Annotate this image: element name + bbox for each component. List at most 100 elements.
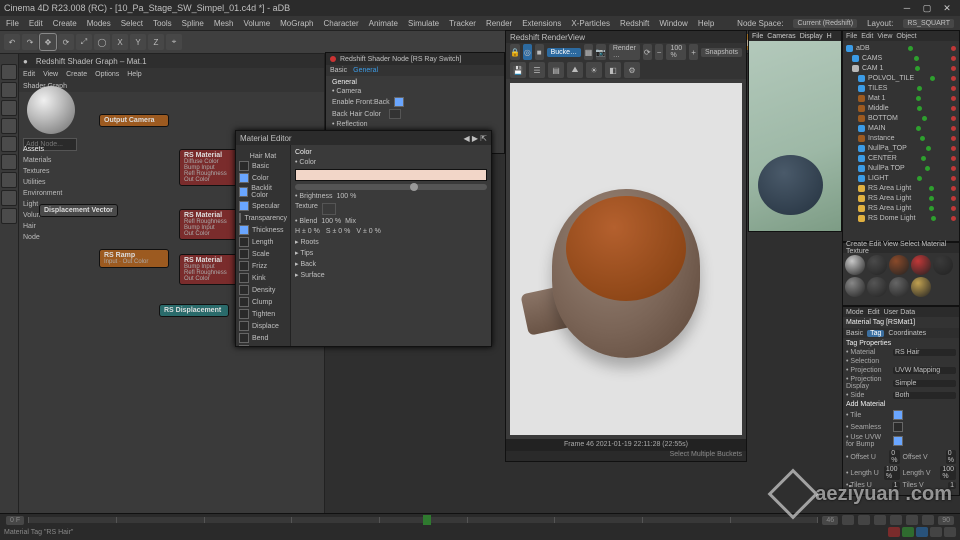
menu-modes[interactable]: Modes — [87, 19, 111, 28]
rv-aovs-icon[interactable]: ☰ — [529, 62, 545, 78]
rv-refresh-icon[interactable]: ⟳ — [643, 44, 652, 60]
coord-system-icon[interactable]: ⌖ — [166, 34, 182, 50]
om-file[interactable]: File — [846, 33, 857, 40]
vis-dot[interactable] — [921, 156, 926, 161]
sg-menu-view[interactable]: View — [43, 71, 58, 78]
inspector-tab-general[interactable]: General — [353, 67, 378, 74]
node-rs-displacement[interactable]: RS Displacement — [159, 304, 229, 317]
object-mode-icon[interactable] — [1, 82, 17, 98]
attr-material-value[interactable]: RS Hair — [893, 349, 956, 356]
rv-snapshot-icon[interactable]: 📷 — [596, 44, 606, 60]
attr-projection-value[interactable]: UVW Mapping — [893, 367, 956, 374]
matmgr-menus[interactable]: Create Edit View Select Material Texture — [843, 243, 959, 253]
sg-menu-help[interactable]: Help — [127, 71, 141, 78]
vis-dot[interactable] — [917, 176, 922, 181]
asset-hair[interactable]: Hair — [19, 221, 75, 232]
material-preview-sphere[interactable] — [27, 86, 75, 134]
menu-xparticles[interactable]: X-Particles — [571, 19, 610, 28]
material-ball-6[interactable] — [867, 277, 887, 297]
mat-next-icon[interactable]: ▶ — [472, 134, 478, 143]
vis-dot[interactable] — [915, 66, 920, 71]
om-view[interactable]: View — [877, 33, 892, 40]
redo-icon[interactable]: ↷ — [22, 34, 38, 50]
tl-next-icon[interactable] — [890, 515, 902, 525]
rv-snapshots[interactable]: Snapshots — [701, 48, 742, 57]
model-mode-icon[interactable] — [1, 64, 17, 80]
mat-channel-clump[interactable]: Clump — [236, 296, 290, 308]
render-dot[interactable] — [951, 116, 956, 121]
menu-create[interactable]: Create — [53, 19, 77, 28]
menu-tools[interactable]: Tools — [153, 19, 172, 28]
rv-zoomout-icon[interactable]: − — [655, 44, 664, 60]
vis-dot[interactable] — [926, 146, 931, 151]
menu-edit[interactable]: Edit — [29, 19, 43, 28]
maximize-icon[interactable]: ▢ — [918, 2, 936, 14]
menu-simulate[interactable]: Simulate — [408, 19, 439, 28]
mat-channel-color[interactable]: Color — [236, 172, 290, 184]
render-dot[interactable] — [951, 56, 956, 61]
edge-mode-icon[interactable] — [1, 118, 17, 134]
vis-dot[interactable] — [917, 86, 922, 91]
tl-end[interactable]: 90 — [938, 516, 954, 525]
rv-channels-icon[interactable]: ▤ — [548, 62, 564, 78]
checkbox-icon[interactable] — [239, 285, 249, 295]
am-edit[interactable]: Edit — [868, 309, 880, 316]
vp-menu-file[interactable]: File — [752, 33, 763, 40]
tl-start[interactable]: 0 F — [6, 516, 24, 525]
group-surface[interactable]: ▸ Surface — [295, 271, 487, 279]
rv-mode-select[interactable]: Render … — [609, 44, 640, 60]
checkbox-icon[interactable] — [239, 309, 249, 319]
rv-exposure-icon[interactable]: ☀ — [586, 62, 602, 78]
mat-channel-density[interactable]: Density — [236, 284, 290, 296]
render-dot[interactable] — [951, 66, 956, 71]
node-space-value[interactable]: Current (Redshift) — [793, 19, 857, 28]
material-ball-8[interactable] — [911, 277, 931, 297]
vp-menu-h[interactable]: H — [827, 33, 832, 40]
node-rs-ramp[interactable]: RS RampInput · Out Color — [99, 249, 169, 268]
rv-bucket-select[interactable]: Bucke… — [547, 48, 581, 57]
rotate-tool-icon[interactable]: ⟳ — [58, 34, 74, 50]
menu-spline[interactable]: Spline — [182, 19, 204, 28]
tl-play-icon[interactable] — [874, 515, 886, 525]
rv-zoomin-icon[interactable]: + — [689, 44, 698, 60]
close-icon[interactable]: ✕ — [938, 2, 956, 14]
render-dot[interactable] — [951, 46, 956, 51]
vis-dot[interactable] — [929, 186, 934, 191]
menu-mesh[interactable]: Mesh — [214, 19, 234, 28]
vis-dot[interactable] — [908, 46, 913, 51]
rv-ipr-icon[interactable]: ◎ — [523, 44, 532, 60]
vis-dot[interactable] — [916, 126, 921, 131]
rv-region-icon[interactable]: ▦ — [584, 44, 593, 60]
menu-window[interactable]: Window — [659, 19, 687, 28]
tl-goend-icon[interactable] — [906, 515, 918, 525]
offv-v[interactable]: 0 % — [946, 450, 956, 464]
checkbox-icon[interactable] — [239, 333, 249, 343]
live-select-icon[interactable]: ◯ — [94, 34, 110, 50]
menu-help[interactable]: Help — [698, 19, 714, 28]
rv-stop-icon[interactable]: ■ — [535, 44, 544, 60]
checkbox-icon[interactable] — [239, 261, 249, 271]
render-dot[interactable] — [951, 206, 956, 211]
obj-rs-dome-light[interactable]: RS Dome Light — [846, 213, 956, 223]
obj-middle[interactable]: Middle — [846, 103, 956, 113]
var-s[interactable]: S ± 0 % — [326, 228, 350, 235]
vis-dot[interactable] — [920, 136, 925, 141]
mat-channel-backlit-color[interactable]: Backlit Color — [236, 184, 290, 200]
render-dot[interactable] — [951, 146, 956, 151]
attr-uvw-check[interactable] — [893, 436, 903, 446]
tl-current[interactable]: 46 — [822, 516, 838, 525]
material-ball-4[interactable] — [933, 255, 953, 275]
attr-side-value[interactable]: Both — [893, 392, 956, 399]
vis-dot[interactable] — [929, 206, 934, 211]
mat-channel-basic[interactable]: Basic — [236, 160, 290, 172]
undo-icon[interactable]: ↶ — [4, 34, 20, 50]
mat-channel-transparency[interactable]: Transparency — [236, 212, 290, 224]
axis-z-icon[interactable]: Z — [148, 34, 164, 50]
node-disp-vector[interactable]: Displacement Vector — [39, 204, 118, 217]
poly-mode-icon[interactable] — [1, 136, 17, 152]
checkbox-icon[interactable] — [239, 213, 241, 223]
mat-channel-length[interactable]: Length — [236, 236, 290, 248]
autokey-icon[interactable] — [930, 527, 942, 537]
menu-render[interactable]: Render — [486, 19, 512, 28]
checkbox-icon[interactable] — [239, 321, 249, 331]
